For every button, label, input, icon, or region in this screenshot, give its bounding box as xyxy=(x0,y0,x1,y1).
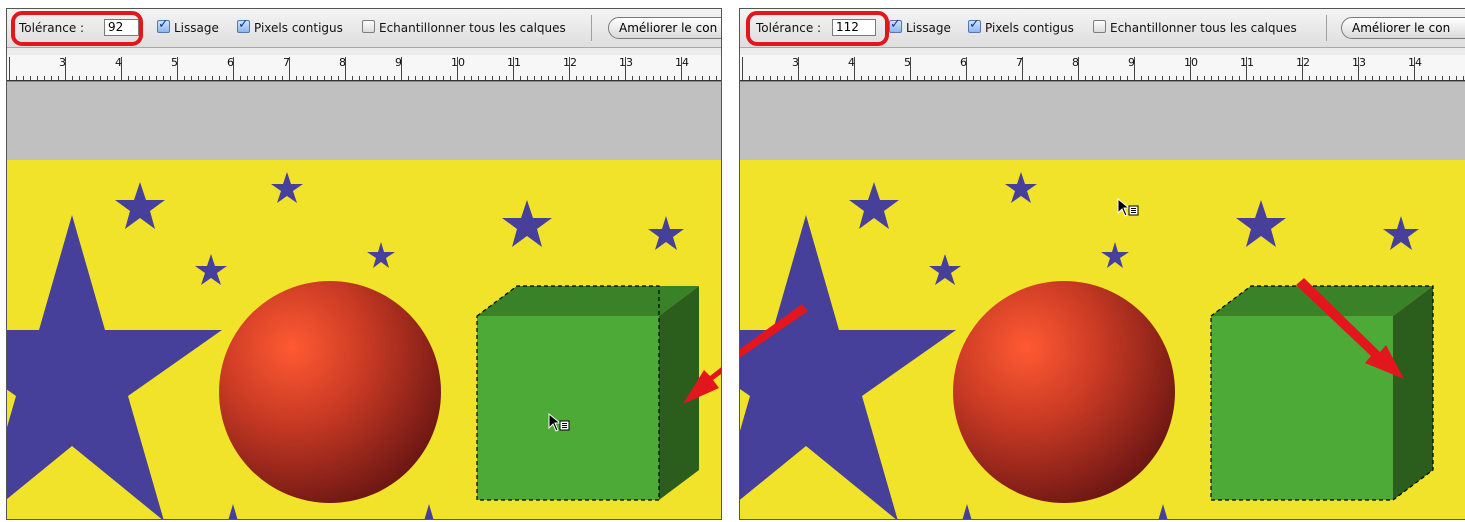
options-bar: Tolérance : 112 ✓ Lissage ✓ Pixels conti… xyxy=(740,9,1465,48)
ruler-label: 5 xyxy=(904,56,911,69)
star xyxy=(929,254,961,285)
antialias-label: Lissage xyxy=(906,21,951,35)
document-canvas[interactable] xyxy=(7,160,721,519)
ruler-label: 11 xyxy=(1240,56,1254,69)
star xyxy=(115,182,165,229)
green-cube xyxy=(1211,286,1433,500)
pasteboard xyxy=(7,82,721,160)
ruler-label: 7 xyxy=(283,56,290,69)
magic-wand-cursor-icon xyxy=(1117,198,1139,217)
contiguous-label: Pixels contigus xyxy=(985,21,1074,35)
horizontal-ruler: 3 4 5 6 7 8 9 10 11 12 13 14 xyxy=(740,55,1465,82)
big-star xyxy=(740,215,956,519)
pasteboard xyxy=(740,82,1465,160)
star xyxy=(1101,242,1129,268)
sample-all-layers-checkbox[interactable] xyxy=(362,20,375,33)
ruler-label: 4 xyxy=(115,56,122,69)
star xyxy=(1158,504,1168,519)
options-bar: Tolérance : 92 ✓ Lissage ✓ Pixels contig… xyxy=(7,9,721,48)
contiguous-checkbox[interactable]: ✓ xyxy=(237,17,250,33)
tolerance-highlight xyxy=(11,11,143,46)
star xyxy=(228,504,238,519)
ruler-label: 6 xyxy=(960,56,967,69)
refine-edge-button[interactable]: Améliorer le con xyxy=(1341,17,1465,39)
document-canvas[interactable] xyxy=(740,160,1465,519)
antialias-checkbox[interactable]: ✓ xyxy=(157,17,170,33)
red-sphere xyxy=(953,281,1175,503)
ruler-label: 4 xyxy=(848,56,855,69)
ruler-label: 12 xyxy=(1296,56,1310,69)
toolbar-divider xyxy=(591,15,592,41)
ruler-label: 9 xyxy=(395,56,402,69)
canvas-artwork xyxy=(7,172,721,519)
canvas-artwork xyxy=(740,172,1434,519)
sample-all-layers-label: Echantillonner tous les calques xyxy=(379,21,566,35)
star xyxy=(502,200,552,247)
antialias-label: Lissage xyxy=(174,21,219,35)
ruler-label: 14 xyxy=(1408,56,1422,69)
checkbox-checked-icon: ✓ xyxy=(238,17,249,32)
sample-all-layers-checkbox[interactable] xyxy=(1093,20,1106,33)
screenshot-panel-left: Tolérance : 92 ✓ Lissage ✓ Pixels contig… xyxy=(6,8,722,520)
ruler-label: 11 xyxy=(507,56,521,69)
ruler-label: 5 xyxy=(171,56,178,69)
ruler-label: 10 xyxy=(451,56,465,69)
checkbox-checked-icon: ✓ xyxy=(158,17,169,32)
star xyxy=(1383,216,1419,250)
checkbox-checked-icon: ✓ xyxy=(890,17,901,32)
star xyxy=(1005,172,1037,203)
ruler-label: 3 xyxy=(792,56,799,69)
ruler-label: 13 xyxy=(1352,56,1366,69)
tolerance-highlight xyxy=(746,11,889,46)
magic-wand-cursor-icon xyxy=(548,413,570,432)
star xyxy=(424,504,434,519)
ruler-label: 7 xyxy=(1016,56,1023,69)
star xyxy=(367,242,395,268)
screenshot-panel-right: Tolérance : 112 ✓ Lissage ✓ Pixels conti… xyxy=(739,8,1465,520)
ruler-label: 14 xyxy=(675,56,689,69)
ruler-label: 10 xyxy=(1184,56,1198,69)
ruler-label: 3 xyxy=(59,56,66,69)
antialias-checkbox[interactable]: ✓ xyxy=(889,17,902,33)
ruler-label: 13 xyxy=(619,56,633,69)
star xyxy=(195,254,227,285)
star xyxy=(648,216,684,250)
ruler-label: 8 xyxy=(339,56,346,69)
contiguous-label: Pixels contigus xyxy=(254,21,343,35)
checkbox-checked-icon: ✓ xyxy=(969,17,980,32)
ruler-label: 9 xyxy=(1128,56,1135,69)
star xyxy=(849,182,899,229)
red-sphere xyxy=(219,281,441,503)
refine-edge-button[interactable]: Améliorer le con xyxy=(608,17,721,39)
star xyxy=(962,504,972,519)
sample-all-layers-label: Echantillonner tous les calques xyxy=(1110,21,1297,35)
ruler-label: 6 xyxy=(227,56,234,69)
horizontal-ruler: 3 4 5 6 7 8 9 10 11 12 13 14 xyxy=(7,55,721,82)
contiguous-checkbox[interactable]: ✓ xyxy=(968,17,981,33)
toolbar-divider xyxy=(1326,15,1327,41)
star xyxy=(1236,200,1286,247)
ruler-label: 12 xyxy=(563,56,577,69)
ruler-label: 8 xyxy=(1072,56,1079,69)
big-star xyxy=(7,215,222,519)
green-cube xyxy=(477,286,699,500)
star xyxy=(271,172,303,203)
